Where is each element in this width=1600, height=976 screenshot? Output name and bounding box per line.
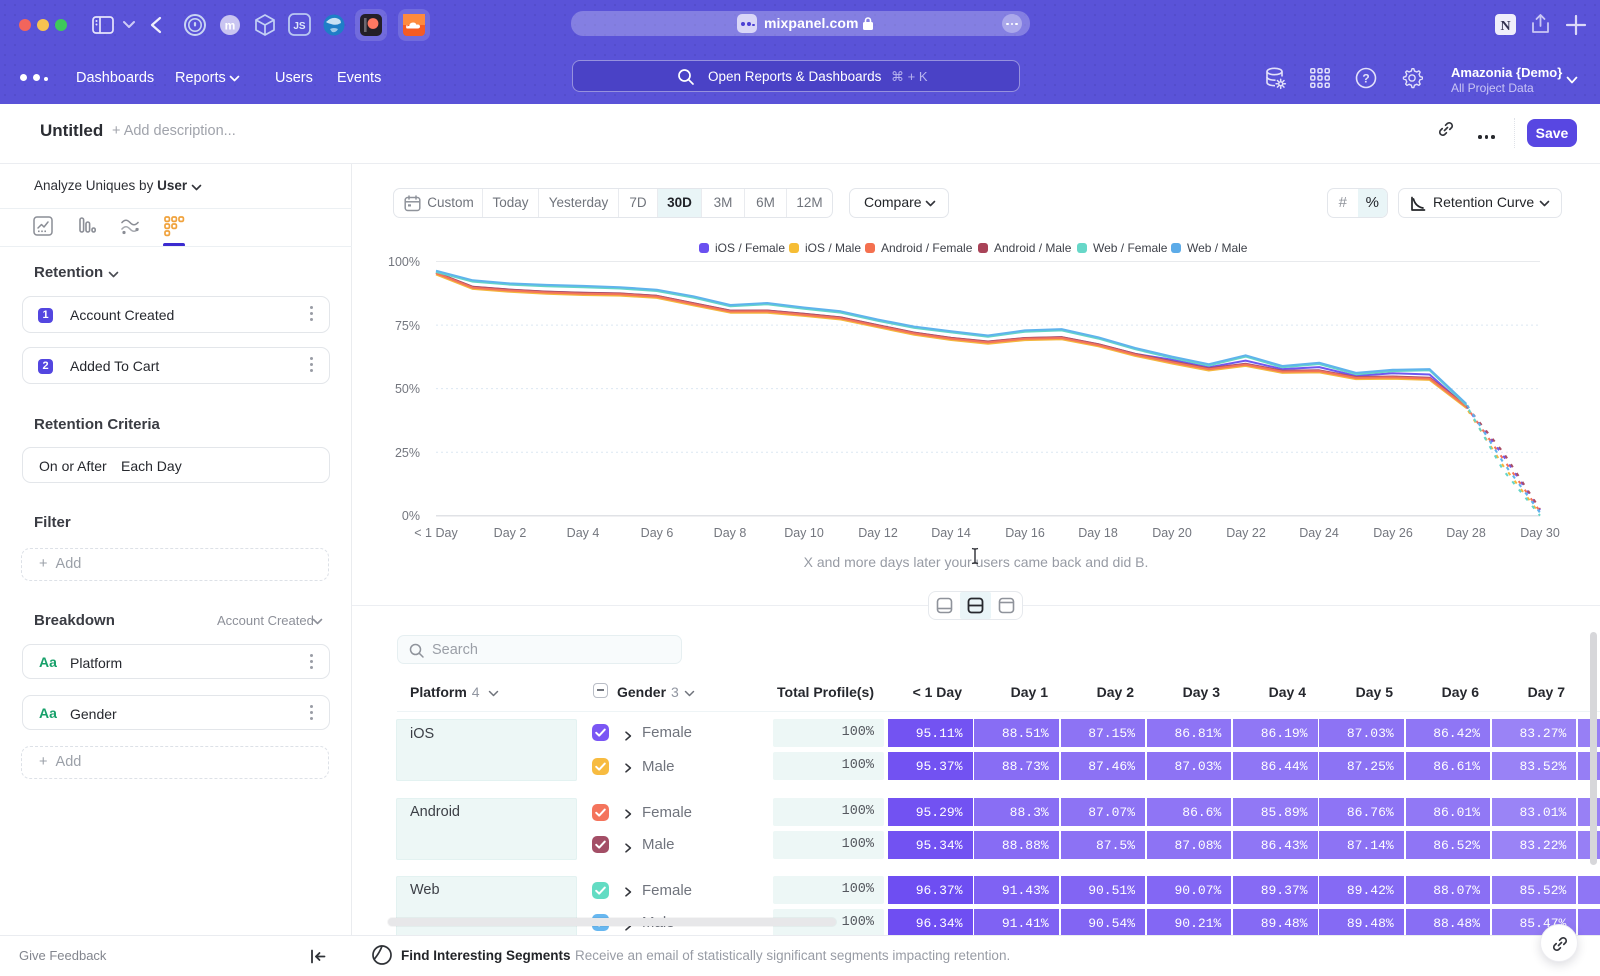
svg-text:N: N (1500, 19, 1510, 34)
svg-text:m: m (225, 19, 236, 33)
svg-text:?: ? (1362, 72, 1369, 86)
svg-text:JS: JS (293, 21, 306, 32)
